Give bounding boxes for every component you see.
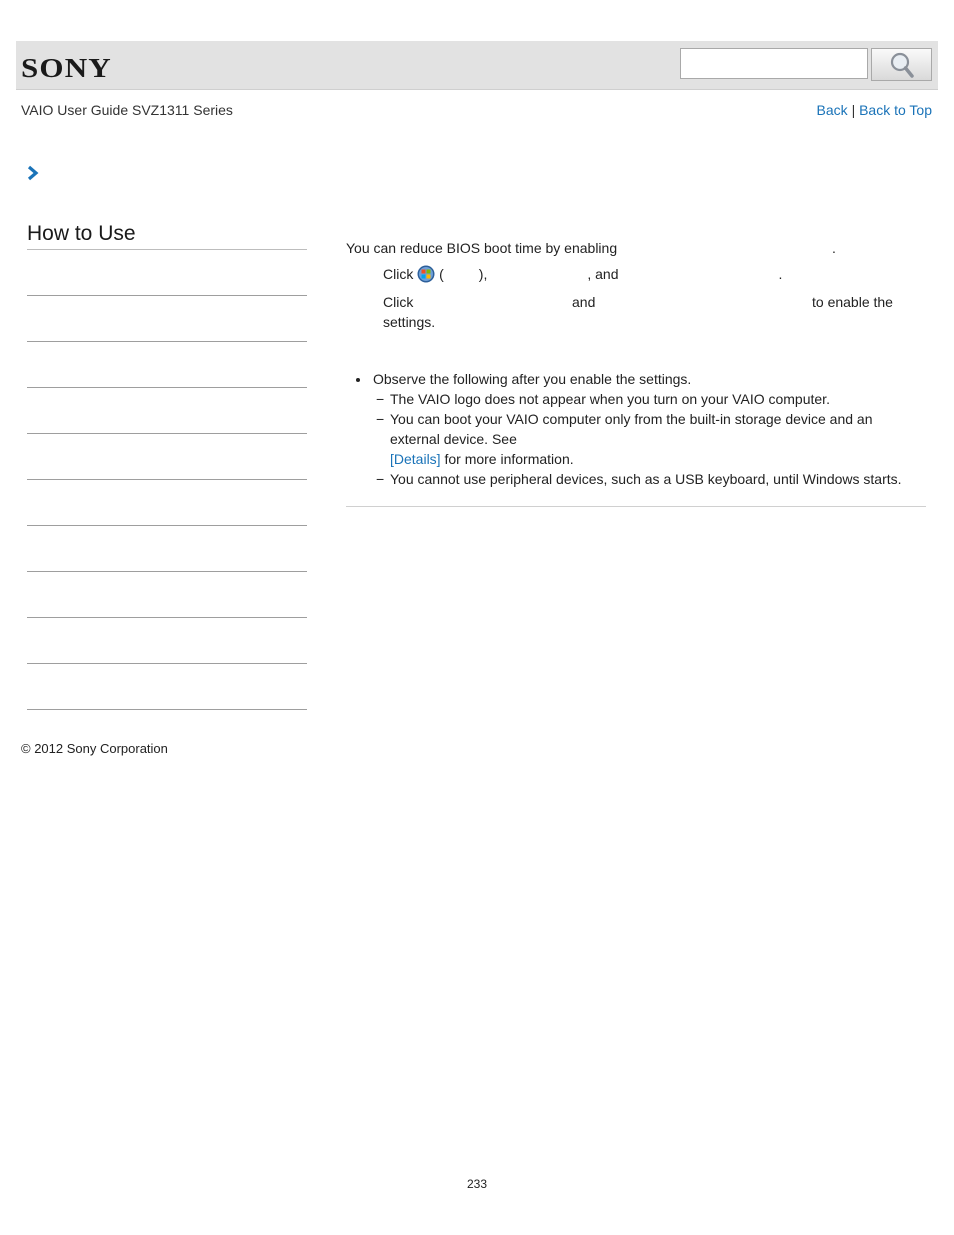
intro-text: You can reduce BIOS boot time by enablin… [346,240,618,256]
breadcrumb [26,165,40,186]
dash-marker: − [376,411,385,427]
step2-line2: settings. [383,314,436,330]
sidebar: How to Use [27,222,307,710]
top-nav: Back | Back to Top [817,102,932,118]
sidebar-item[interactable] [27,342,307,388]
site-header: SONY [16,41,938,90]
intro-period: . [832,240,836,256]
notes-section: Observe the following after you enable t… [346,369,926,489]
sony-logo[interactable]: SONY [21,53,112,84]
back-link[interactable]: Back [817,102,848,118]
step-1: Click (), , and. [383,264,903,284]
windows-start-icon [417,265,435,283]
step1-click-text: Click [383,266,414,282]
guide-title: VAIO User Guide SVZ1311 Series [21,102,233,118]
step1-open-paren: ( [439,266,444,282]
sidebar-title: How to Use [27,222,307,250]
details-link[interactable]: [Details] [390,451,441,467]
step2-click-text: Click [383,294,414,310]
step1-close-paren: ), [478,266,488,282]
nav-separator: | [851,102,856,118]
magnifier-icon [890,52,914,78]
note-bullet: Observe the following after you enable t… [346,369,926,389]
note-subitem-text: You cannot use peripheral devices, such … [390,471,902,487]
page-number: 233 [466,1177,488,1191]
note-subitem: − You cannot use peripheral devices, suc… [346,469,926,489]
sidebar-item[interactable] [27,250,307,296]
sidebar-item[interactable] [27,664,307,710]
sidebar-item[interactable] [27,388,307,434]
step1-and: , and [587,266,619,282]
search-button[interactable] [871,48,932,81]
sidebar-item[interactable] [27,296,307,342]
note-subitem-text: You can boot your VAIO computer only fro… [390,411,873,427]
sidebar-item[interactable] [27,526,307,572]
sidebar-item[interactable] [27,480,307,526]
note-subitem-continued: external device. See [390,431,517,447]
note-subitem-continued: [Details] for more information. [346,449,926,469]
content-divider [346,506,926,507]
chevron-right-icon[interactable] [26,165,40,181]
copyright: © 2012 Sony Corporation [21,741,168,756]
note-subitem-text: The VAIO logo does not appear when you t… [390,391,830,407]
note-subitem: − The VAIO logo does not appear when you… [346,389,926,409]
dash-marker: − [376,391,385,407]
back-to-top-link[interactable]: Back to Top [859,102,932,118]
step2-tail: to enable the [812,294,893,310]
sidebar-item[interactable] [27,434,307,480]
note-subitem-text: for more information. [444,451,574,467]
intro-paragraph: You can reduce BIOS boot time by enablin… [346,238,926,258]
sidebar-item[interactable] [27,572,307,618]
note-subitem: − You can boot your VAIO computer only f… [346,409,926,429]
step2-and: and [572,294,596,310]
search-input[interactable] [680,48,868,79]
step-2: Click and to enable the settings. [383,292,903,332]
dash-marker: − [376,471,385,487]
step1-end: . [778,266,783,282]
sidebar-item[interactable] [27,618,307,664]
